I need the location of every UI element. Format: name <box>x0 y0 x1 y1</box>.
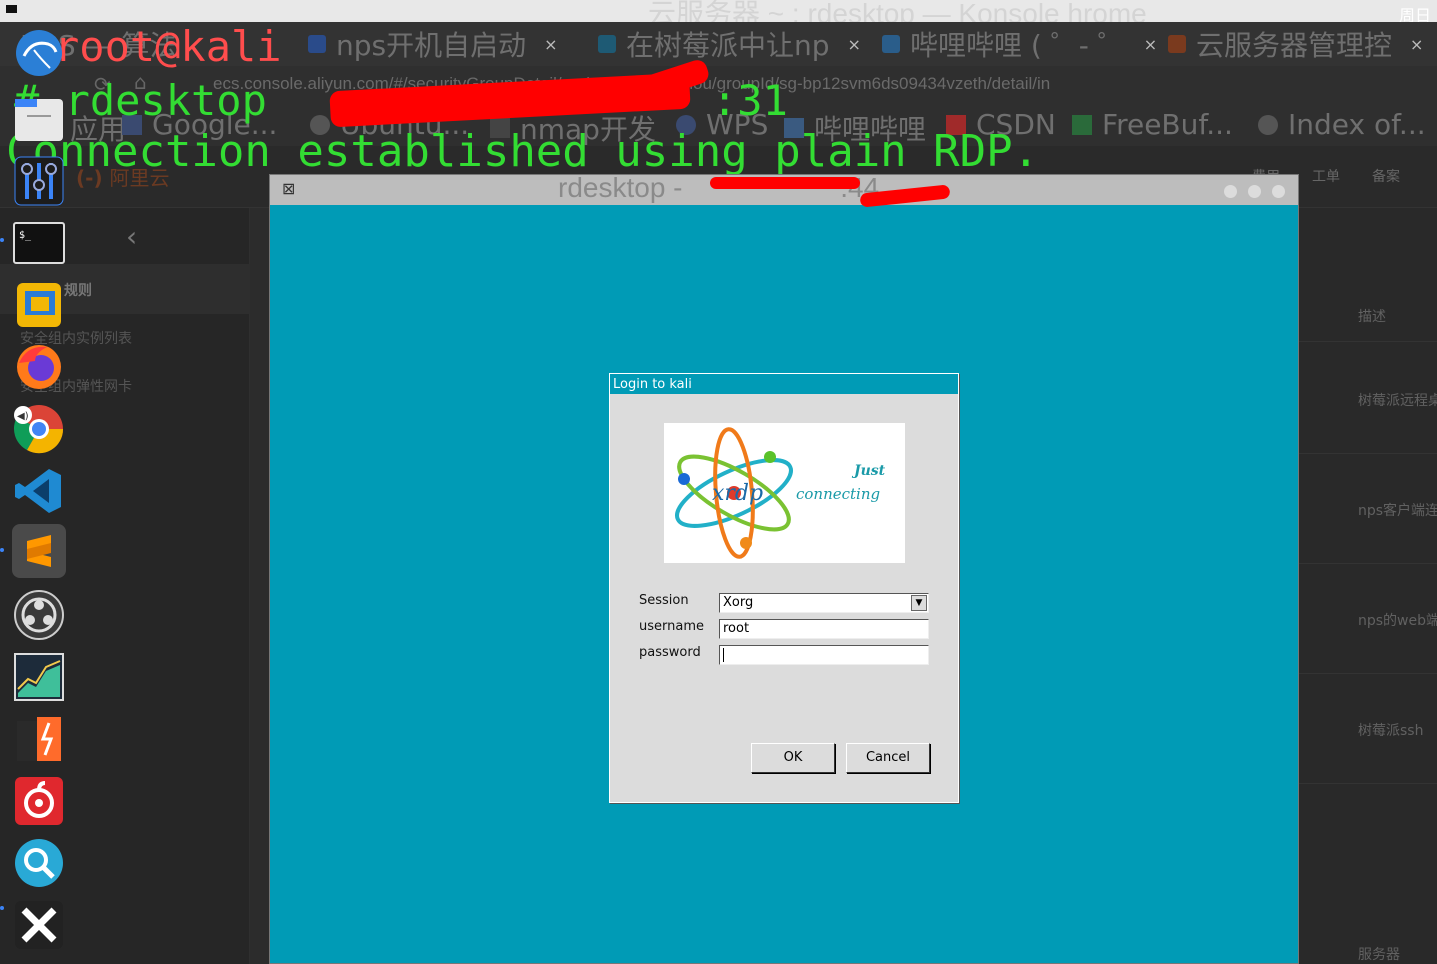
vscode-icon[interactable] <box>12 464 66 518</box>
globe-icon <box>1258 114 1278 135</box>
text-cursor <box>723 647 724 662</box>
column-header-description: 描述 <box>1358 309 1386 325</box>
xrdp-login-dialog: Login to kali xrdp Just connecting Sessi… <box>609 373 959 803</box>
table-header: 描述 <box>1298 208 1437 342</box>
kali-menu-icon[interactable] <box>12 26 66 80</box>
close-button[interactable] <box>1272 185 1285 198</box>
virtualbox-icon[interactable] <box>12 278 66 332</box>
chrome-icon[interactable]: ◀) <box>12 402 66 456</box>
table-row: nps客户端连 <box>1298 454 1437 564</box>
session-label: Session <box>639 593 689 608</box>
rules-table-description-column: 描述 树莓派远程桌 nps客户端连 nps的web端 树莓派ssh 服务器 <box>1298 208 1437 964</box>
dock-active-indicator <box>0 238 4 242</box>
password-field[interactable] <box>719 645 929 665</box>
minimize-button[interactable] <box>1224 185 1237 198</box>
maximize-button[interactable] <box>1248 185 1261 198</box>
table-row: nps的web端 <box>1298 564 1437 674</box>
freebuf-icon <box>1072 114 1092 135</box>
app-dock: $_ ◀) <box>0 0 78 964</box>
cancel-button[interactable]: Cancel <box>846 743 930 773</box>
back-chevron-icon[interactable]: ‹ <box>126 220 137 253</box>
redaction-scribble <box>710 177 860 189</box>
logo-tagline-2: connecting <box>796 485 881 503</box>
username-field[interactable]: root <box>719 619 929 639</box>
terminal-output-line: Connection established using plain RDP. <box>6 126 1040 177</box>
site-tab-icon <box>598 35 616 53</box>
logo-tagline-1: Just <box>854 463 886 479</box>
svg-text:$_: $_ <box>19 230 32 241</box>
close-icon[interactable]: ⊠ <box>282 179 295 198</box>
session-select[interactable]: Xorg ▼ <box>719 593 929 613</box>
system-top-bar: 云服务器 ~ : rdesktop — Konsole hrome 周日 <box>0 0 1437 29</box>
close-icon[interactable]: × <box>544 35 557 54</box>
nav-icp[interactable]: 备案 <box>1372 166 1400 186</box>
password-label: password <box>639 645 701 660</box>
csdn-tab-icon <box>308 35 326 53</box>
obs-icon[interactable] <box>12 588 66 642</box>
firefox-icon[interactable] <box>12 340 66 394</box>
bookmark-freebuf[interactable]: FreeBuf... <box>1072 108 1233 141</box>
search-icon[interactable] <box>12 836 66 890</box>
terminal-port: :31 <box>712 76 788 125</box>
nav-tickets[interactable]: 工单 <box>1312 166 1340 186</box>
xrdp-logo: xrdp Just connecting <box>664 423 905 563</box>
close-icon[interactable]: × <box>848 35 861 54</box>
sublime-text-icon[interactable] <box>12 524 66 578</box>
dock-active-indicator <box>0 548 4 552</box>
logo-brand-text: xrdp <box>712 481 764 506</box>
chevron-down-icon[interactable]: ▼ <box>911 595 927 611</box>
files-icon[interactable] <box>12 92 66 146</box>
browser-tab-nps-autostart[interactable]: nps开机自启动 × <box>308 22 558 66</box>
svg-text:◀): ◀) <box>17 411 29 422</box>
table-row: 服务器 <box>1358 947 1400 963</box>
xmind-icon[interactable] <box>12 898 66 952</box>
ok-button[interactable]: OK <box>751 743 835 773</box>
netease-music-icon[interactable] <box>12 774 66 828</box>
rdesktop-titlebar[interactable]: ⊠ rdesktop - .44 <box>270 172 1298 208</box>
bilibili-tab-icon <box>882 35 900 53</box>
terminal-icon[interactable]: $_ <box>12 216 66 270</box>
close-icon[interactable]: × <box>1144 35 1157 54</box>
table-row: 树莓派ssh <box>1298 674 1437 784</box>
dock-active-indicator <box>0 906 4 910</box>
bookmark-index[interactable]: Index of... <box>1258 108 1426 141</box>
browser-tab-raspberry[interactable]: 在树莓派中让np × <box>598 22 861 66</box>
browser-tab-bilibili[interactable]: 哔哩哔哩 ( ゜- ゜ × <box>882 22 1157 66</box>
username-label: username <box>639 619 704 634</box>
dialog-title: Login to kali <box>610 374 958 394</box>
system-monitor-icon[interactable] <box>12 650 66 704</box>
aliyun-tab-icon <box>1168 35 1186 53</box>
burpsuite-icon[interactable] <box>12 712 66 766</box>
table-row: 树莓派远程桌 <box>1298 342 1437 454</box>
mixer-icon[interactable] <box>12 154 66 208</box>
terminal-prompt-user: root@kali <box>54 22 282 71</box>
close-icon[interactable]: × <box>1410 35 1423 54</box>
browser-tab-aliyun[interactable]: 云服务器管理控 × <box>1168 22 1423 66</box>
